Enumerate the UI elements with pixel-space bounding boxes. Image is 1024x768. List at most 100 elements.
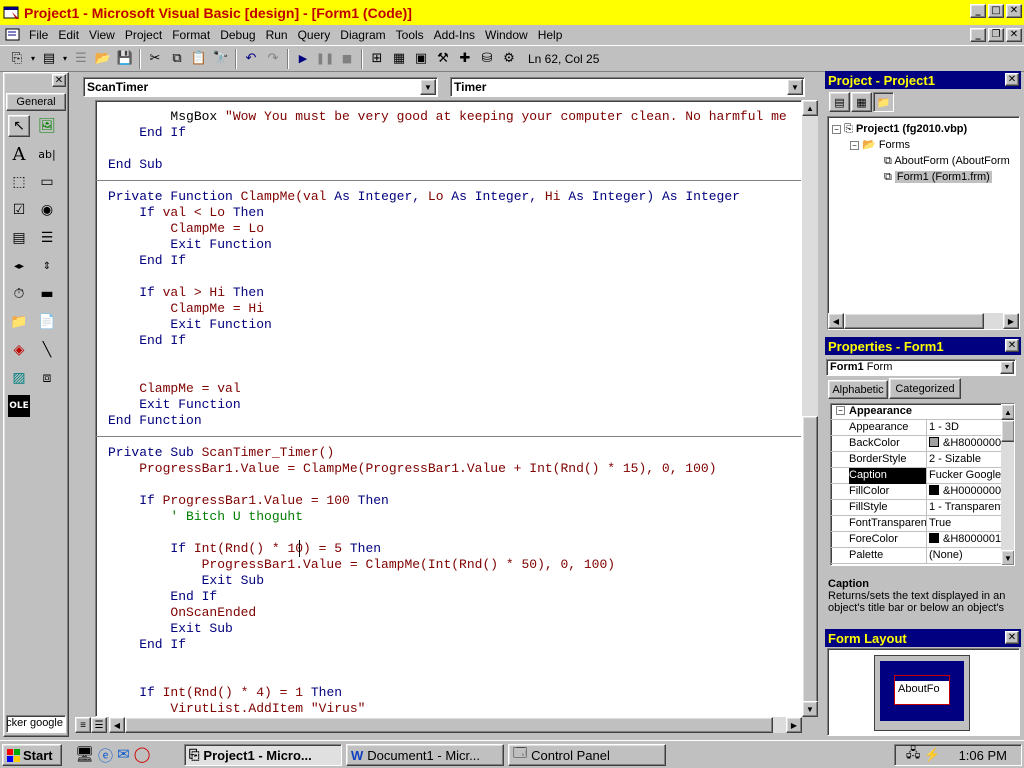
data-tool-icon[interactable]: ⧈ [36, 367, 58, 389]
code-line[interactable]: Exit Function [108, 397, 240, 413]
menu-diagram[interactable]: Diagram [335, 28, 390, 42]
checkbox-tool-icon[interactable]: ☑ [8, 199, 30, 221]
view-object-icon[interactable]: ▦ [851, 92, 872, 112]
properties-window-icon[interactable]: ▦ [388, 48, 410, 70]
project-pane-close-icon[interactable]: ✕ [1005, 73, 1019, 86]
property-row-borderstyle[interactable]: BorderStyle 2 - Sizable [831, 452, 1001, 468]
code-line[interactable]: Private Function ClampMe(val As Integer,… [108, 189, 740, 205]
filelistbox-tool-icon[interactable]: 📄 [36, 311, 58, 333]
save-project-icon[interactable]: 💾 [114, 48, 136, 70]
code-editor[interactable]: MsgBox "Wow You must be very good at kee… [95, 100, 802, 717]
pointer-tool-icon[interactable]: ↖ [8, 115, 30, 137]
form-preview[interactable]: AboutFo [894, 675, 950, 705]
property-value[interactable]: &H0000000 [929, 484, 1001, 500]
scroll-down-icon[interactable]: ▼ [802, 701, 818, 717]
tree-scroll-right-icon[interactable]: ▶ [1003, 313, 1019, 329]
project-tree[interactable]: − ⎘ Project1 (fg2010.vbp) − 📂 Forms ⧉ Ab… [827, 116, 1020, 330]
ole-tool-icon[interactable]: OLE [8, 395, 30, 417]
code-line[interactable]: If Int(Rnd() * 4) = 1 Then [108, 685, 342, 701]
properties-combo-arrow-icon[interactable]: ▼ [1000, 361, 1014, 374]
frame-tool-icon[interactable]: ⬚ [8, 171, 30, 193]
redo-icon[interactable]: ↷ [262, 48, 284, 70]
scroll-up-icon[interactable]: ▲ [802, 100, 818, 116]
code-line[interactable]: ProgressBar1.Value = ClampMe(Int(Rnd() *… [108, 557, 615, 573]
full-module-view-icon[interactable]: ☰ [91, 717, 107, 733]
prop-scroll-thumb[interactable] [1001, 420, 1014, 442]
outlook-express-icon[interactable]: ✉ [117, 745, 130, 766]
menu-query[interactable]: Query [293, 28, 336, 42]
properties-object-combo[interactable]: Form1 Form ▼ [826, 359, 1016, 376]
menu-format[interactable]: Format [167, 28, 215, 42]
visual-component-manager-icon[interactable]: ⚙ [498, 48, 520, 70]
menu-view[interactable]: View [84, 28, 120, 42]
toolbox-tab-general[interactable]: General [6, 93, 66, 111]
procedure-view-icon[interactable]: ≡ [75, 717, 91, 733]
property-row-caption[interactable]: Caption Fucker Google [831, 468, 1001, 484]
dirlistbox-tool-icon[interactable]: 📁 [8, 311, 30, 333]
code-line[interactable]: VirutList.AddItem "Virus" [108, 701, 365, 716]
vertical-scroll-thumb[interactable] [802, 416, 818, 706]
prop-scroll-up-icon[interactable]: ▲ [1001, 404, 1014, 420]
property-row-fonttransparent[interactable]: FontTransparent True [831, 516, 1001, 532]
add-project-dropdown-icon[interactable]: ▾ [28, 48, 38, 70]
category-collapse-icon[interactable]: − [836, 406, 845, 415]
scroll-left-icon[interactable]: ◀ [109, 717, 125, 733]
vscrollbar-tool-icon[interactable]: ⇕ [36, 255, 58, 277]
code-line[interactable]: End If [108, 589, 217, 605]
toggle-folders-icon[interactable]: 📁 [873, 92, 894, 112]
property-value[interactable]: True [929, 516, 1001, 532]
textbox-tool-icon[interactable]: ab| [36, 143, 58, 165]
tab-alphabetic[interactable]: Alphabetic [828, 380, 888, 399]
scroll-right-icon[interactable]: ▶ [786, 717, 802, 733]
commandbutton-tool-icon[interactable]: ▭ [36, 171, 58, 193]
code-line[interactable]: End If [108, 637, 186, 653]
code-window-icon[interactable] [4, 27, 24, 43]
listbox-tool-icon[interactable]: ☰ [36, 227, 58, 249]
property-value[interactable]: Fucker Google [929, 468, 1001, 484]
code-line[interactable]: MsgBox "Wow You must be very good at kee… [108, 109, 786, 125]
menu-tools[interactable]: Tools [391, 28, 429, 42]
code-horizontal-scrollbar[interactable]: ◀ ▶ [109, 717, 802, 733]
paste-icon[interactable]: 📋 [188, 48, 210, 70]
procedure-combo[interactable]: Timer ▼ [450, 77, 805, 97]
tree-root[interactable]: − ⎘ Project1 (fg2010.vbp) [832, 121, 967, 137]
code-line[interactable]: If val < Lo Then [108, 205, 264, 221]
hscrollbar-tool-icon[interactable]: ◂▸ [8, 255, 30, 277]
code-line[interactable]: OnScanEnded [108, 605, 256, 621]
horizontal-scroll-thumb[interactable] [125, 717, 773, 733]
object-combo-arrow-icon[interactable]: ▼ [420, 79, 436, 95]
form-layout-icon[interactable]: ▣ [410, 48, 432, 70]
tree-item-aboutform[interactable]: ⧉ AboutForm (AboutForm [884, 153, 1010, 169]
tree-forms-folder[interactable]: − 📂 Forms [850, 137, 910, 153]
copy-icon[interactable]: ⧉ [166, 48, 188, 70]
opera-icon[interactable]: ◯ [134, 745, 151, 766]
menu-add-ins[interactable]: Add-Ins [429, 28, 480, 42]
code-line[interactable]: Exit Sub [108, 573, 264, 589]
code-line[interactable]: ProgressBar1.Value = ClampMe(ProgressBar… [108, 461, 716, 477]
add-project-icon[interactable]: ⎘ [6, 48, 28, 70]
image-tool-icon[interactable]: ▨ [8, 367, 30, 389]
property-row-backcolor[interactable]: BackColor &H8000000 [831, 436, 1001, 452]
property-value[interactable]: 1 - 3D [929, 420, 1001, 436]
prop-scroll-down-icon[interactable]: ▼ [1001, 550, 1014, 565]
label-tool-icon[interactable]: A [8, 143, 30, 165]
object-combo[interactable]: ScanTimer ▼ [83, 77, 438, 97]
code-line[interactable]: End If [108, 333, 186, 349]
code-line[interactable]: ClampMe = Hi [108, 301, 264, 317]
collapse-forms-icon[interactable]: − [850, 141, 859, 150]
open-project-icon[interactable]: 📂 [92, 48, 114, 70]
picturebox-tool-icon[interactable]: 🖼 [36, 115, 58, 137]
property-value[interactable]: &H8000000 [929, 436, 1001, 452]
properties-pane-title[interactable]: Properties - Form1 ✕ [825, 337, 1021, 355]
start-button[interactable]: Start [2, 744, 62, 766]
object-browser-icon[interactable]: ⚒ [432, 48, 454, 70]
menu-help[interactable]: Help [533, 28, 568, 42]
child-restore-icon[interactable]: ❐ [988, 28, 1004, 42]
start-icon[interactable]: ▶ [292, 48, 314, 70]
alert-tray-icon[interactable]: ⚡ [924, 747, 940, 763]
menu-debug[interactable]: Debug [215, 28, 260, 42]
code-vertical-scrollbar[interactable]: ▲ ▼ [802, 100, 818, 717]
menu-edit[interactable]: Edit [53, 28, 84, 42]
form-layout-title[interactable]: Form Layout ✕ [825, 629, 1021, 647]
show-desktop-icon[interactable]: 🖥 [75, 745, 94, 766]
